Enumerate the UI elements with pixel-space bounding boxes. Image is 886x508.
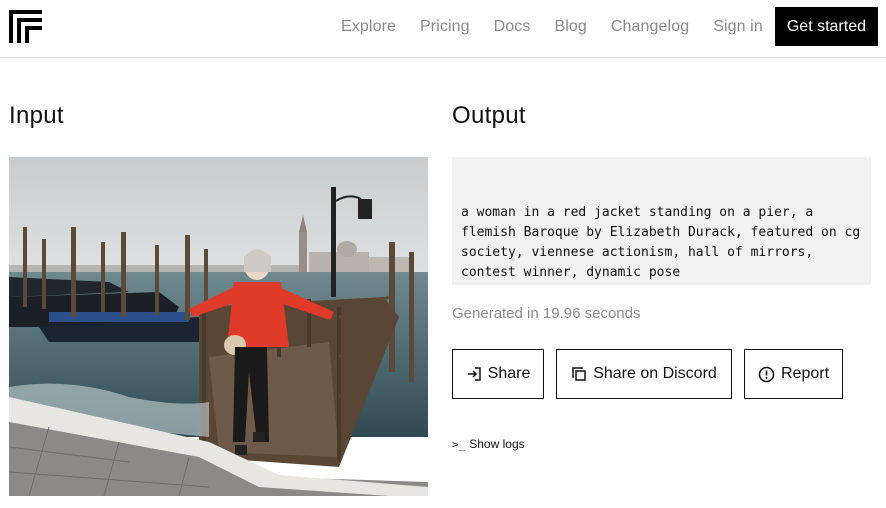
nav-pricing-link[interactable]: Pricing (420, 18, 470, 36)
copy-icon (572, 367, 586, 381)
output-caption: a woman in a red jacket standing on a pi… (452, 157, 871, 285)
replicate-logo-icon[interactable] (9, 10, 42, 43)
get-started-button[interactable]: Get started (774, 7, 878, 46)
main-nav: Explore Pricing Docs Blog Changelog Sign… (341, 7, 878, 46)
nav-sign-in-link[interactable]: Sign in (713, 18, 763, 36)
top-navbar: Explore Pricing Docs Blog Changelog Sign… (0, 0, 886, 58)
terminal-prompt-icon: >_ (452, 437, 466, 451)
alert-circle-icon (758, 366, 775, 382)
input-heading: Input (9, 102, 64, 129)
output-heading: Output (452, 102, 526, 129)
generation-time: Generated in 19.96 seconds (452, 305, 641, 322)
nav-explore-link[interactable]: Explore (341, 18, 396, 36)
input-image (9, 157, 428, 496)
report-button-label: Report (780, 365, 830, 382)
show-logs-label: Show logs (469, 437, 525, 451)
report-button[interactable]: Report (744, 349, 843, 399)
nav-blog-link[interactable]: Blog (554, 18, 586, 36)
share-on-discord-button[interactable]: Share on Discord (556, 349, 732, 399)
share-icon (467, 367, 481, 381)
photo-woman-on-venice-pier (9, 157, 428, 496)
nav-docs-link[interactable]: Docs (494, 18, 531, 36)
show-logs-toggle[interactable]: >_ Show logs (452, 437, 525, 451)
discord-button-label: Share on Discord (593, 365, 717, 382)
share-button-label: Share (487, 365, 531, 382)
share-button[interactable]: Share (452, 349, 544, 399)
nav-changelog-link[interactable]: Changelog (611, 18, 689, 36)
